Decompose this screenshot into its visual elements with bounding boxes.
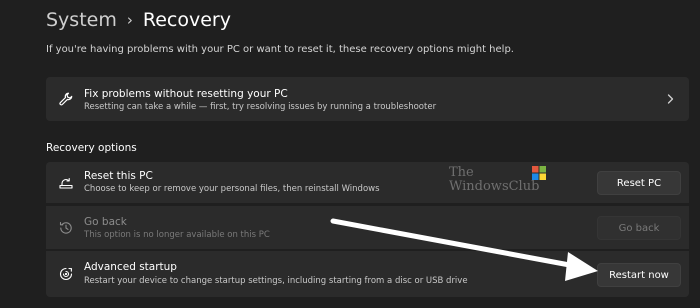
go-back-subtitle: This option is no longer available on th…	[84, 230, 270, 240]
breadcrumb-system-link[interactable]: System	[46, 9, 117, 31]
breadcrumb-separator: ›	[126, 11, 133, 29]
advanced-startup-card: Advanced startup Restart your device to …	[46, 251, 689, 297]
go-back-button[interactable]: Go back	[597, 216, 681, 240]
breadcrumb: System › Recovery	[46, 9, 231, 31]
recovery-settings-page: System › Recovery If you're having probl…	[0, 0, 700, 308]
restart-now-button[interactable]: Restart now	[597, 263, 681, 287]
reset-pc-button[interactable]: Reset PC	[597, 171, 681, 195]
fix-problems-title: Fix problems without resetting your PC	[84, 88, 288, 100]
chevron-right-icon	[667, 94, 674, 104]
page-description: If you're having problems with your PC o…	[46, 44, 514, 55]
reset-pc-title: Reset this PC	[84, 170, 153, 182]
reset-pc-card: Reset this PC Choose to keep or remove y…	[46, 162, 689, 203]
fix-problems-card[interactable]: Fix problems without resetting your PC R…	[46, 77, 689, 121]
advanced-startup-title: Advanced startup	[84, 261, 177, 273]
wrench-icon	[58, 91, 74, 107]
page-title: Recovery	[142, 9, 231, 31]
go-back-card: Go back This option is no longer availab…	[46, 206, 689, 249]
go-back-title: Go back	[84, 216, 127, 228]
recovery-options-heading: Recovery options	[46, 142, 137, 154]
fix-problems-subtitle: Resetting can take a while — first, try …	[84, 102, 437, 112]
history-icon	[58, 220, 74, 236]
reset-pc-subtitle: Choose to keep or remove your personal f…	[84, 184, 380, 194]
advanced-startup-subtitle: Restart your device to change startup se…	[84, 276, 468, 286]
advanced-startup-icon	[58, 266, 74, 282]
reset-pc-icon	[58, 175, 74, 191]
